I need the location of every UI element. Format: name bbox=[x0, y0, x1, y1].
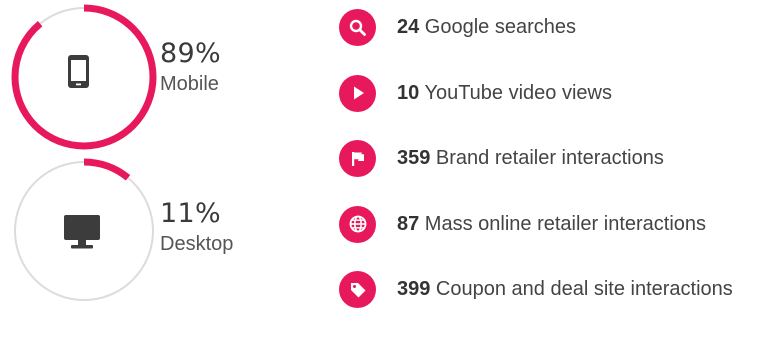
flag-icon bbox=[351, 151, 364, 166]
stat-text: 24 Google searches bbox=[397, 16, 576, 39]
play-badge bbox=[339, 74, 376, 112]
desktop-label: Desktop bbox=[160, 233, 234, 255]
search-icon bbox=[349, 19, 366, 36]
stat-brand-retailer: 359 Brand retailer interactions bbox=[339, 140, 767, 177]
stat-description: Brand retailer interactions bbox=[430, 147, 664, 169]
stat-coupon-deal: 399 Coupon and deal site interactions bbox=[339, 271, 767, 308]
flag-badge bbox=[339, 140, 376, 177]
stat-number: 24 bbox=[397, 16, 420, 38]
mobile-percent: 89% bbox=[160, 38, 221, 69]
tag-icon bbox=[350, 282, 365, 297]
globe-badge bbox=[339, 205, 376, 243]
desktop-stat: 11% Desktop bbox=[160, 198, 233, 256]
desktop-donut bbox=[8, 155, 160, 307]
play-icon bbox=[353, 86, 364, 100]
stat-text: 87 Mass online retailer interactions bbox=[397, 213, 706, 236]
stat-number: 87 bbox=[397, 212, 420, 235]
desktop-percent: 11% bbox=[160, 198, 221, 229]
stat-text: 359 Brand retailer interactions bbox=[397, 147, 664, 170]
search-badge bbox=[339, 9, 376, 46]
desktop-monitor-icon bbox=[64, 215, 100, 249]
stat-number: 10 bbox=[397, 81, 420, 104]
interaction-stats-list: 24 Google searches 10 YouTube video view… bbox=[339, 9, 767, 337]
stat-mass-online-retailer: 87 Mass online retailer interactions bbox=[339, 205, 767, 243]
mobile-phone-icon bbox=[68, 55, 89, 88]
stat-description: Google searches bbox=[419, 16, 577, 38]
stat-google-searches: 24 Google searches bbox=[339, 9, 767, 46]
stat-number: 399 bbox=[397, 278, 431, 300]
stat-number: 359 bbox=[397, 147, 431, 169]
stat-youtube-views: 10 YouTube video views bbox=[339, 74, 767, 112]
stat-description: YouTube video views bbox=[419, 81, 612, 104]
stat-description: Mass online retailer interactions bbox=[419, 212, 707, 235]
stat-text: 399 Coupon and deal site interactions bbox=[397, 278, 733, 301]
tag-badge bbox=[339, 271, 376, 308]
stat-description: Coupon and deal site interactions bbox=[430, 278, 733, 300]
globe-icon bbox=[349, 215, 366, 233]
mobile-stat: 89% Mobile bbox=[160, 38, 221, 96]
mobile-donut bbox=[8, 1, 160, 153]
mobile-label: Mobile bbox=[160, 73, 219, 95]
stat-text: 10 YouTube video views bbox=[397, 82, 612, 105]
